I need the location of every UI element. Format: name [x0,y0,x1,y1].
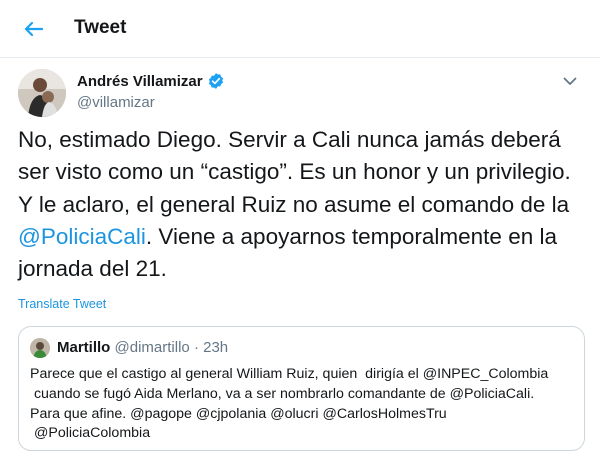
tweet-author: Andrés Villamizar @villamizar [18,69,582,117]
quoted-text: Parece que el castigo al general William… [30,366,549,442]
avatar[interactable] [18,69,66,117]
quoted-separator: · [193,339,199,356]
page-title: Tweet [74,17,127,38]
quoted-header: Martillo @dimartillo · 23h [57,339,228,356]
avatar-photo [18,69,66,117]
quoted-avatar [30,338,50,358]
mention-link[interactable]: @PoliciaCali [18,224,146,249]
translate-tweet-link[interactable]: Translate Tweet [18,297,106,311]
tweet-line-5: jornada del 21. [18,256,167,282]
top-bar: Tweet [0,0,600,58]
author-handle[interactable]: @villamizar [77,94,155,111]
arrow-left-icon [24,21,43,37]
tweet-line-1: No, estimado Diego. Servir a Cali nunca … [18,127,561,152]
quoted-tweet[interactable]: Martillo @dimartillo · 23h Parece que el… [18,326,585,451]
author-name-row: Andrés Villamizar [77,72,225,90]
tweet-line-2: ser visto como un “castigo”. Es un honor… [18,159,571,185]
quoted-name: Martillo [57,339,111,356]
more-options-button[interactable] [558,71,582,91]
quoted-time: 23h [203,339,229,356]
quoted-avatar-photo [30,338,50,358]
tweet-line-4: @PoliciaCali. Viene a apoyarnos temporal… [18,221,588,253]
tweet-text: No, estimado Diego. Servir a Cali nunca … [18,124,588,285]
author-name[interactable]: Andrés Villamizar [77,73,203,90]
tweet-line-4-text: . Viene a apoyarnos temporalmente en la [145,223,557,249]
verified-badge-icon [208,73,223,89]
chevron-down-icon [563,77,577,85]
quoted-handle: @dimartillo [114,339,190,356]
back-button[interactable] [14,12,52,46]
tweet-line-3: Y le aclaro, el general Ruiz no asume el… [18,191,570,217]
